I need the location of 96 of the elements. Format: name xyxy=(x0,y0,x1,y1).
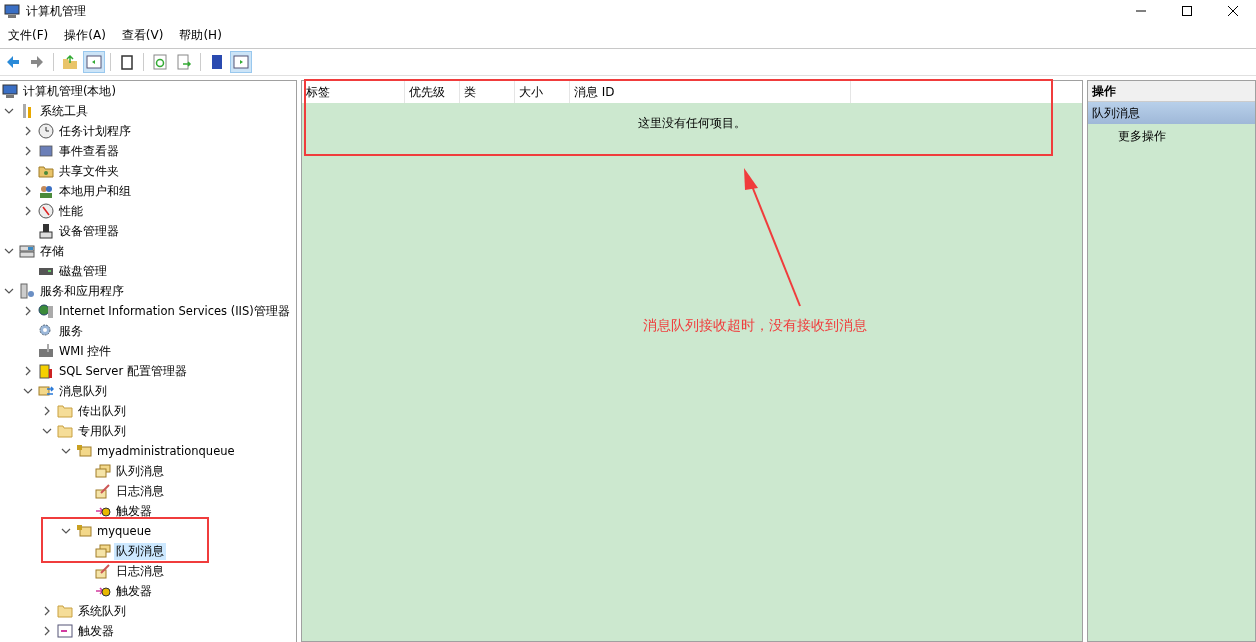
actions-title: 操作 xyxy=(1088,81,1255,102)
menu-item[interactable]: 查看(V) xyxy=(113,23,172,47)
column-header[interactable]: 消息 ID xyxy=(570,81,851,103)
tree-item[interactable]: SQL Server 配置管理器 xyxy=(57,362,189,380)
collapsed-chevron-icon[interactable] xyxy=(23,146,33,156)
annotation-text: 消息队列接收超时，没有接收到消息 xyxy=(643,317,867,335)
storage-icon xyxy=(19,243,35,259)
device-icon xyxy=(38,223,54,239)
tree-item[interactable]: 触发器 xyxy=(76,622,116,640)
config-tool-icon xyxy=(38,363,54,379)
computer-icon xyxy=(2,83,18,99)
window-title: 计算机管理 xyxy=(26,2,86,20)
help-icon xyxy=(209,54,225,70)
tree-item[interactable]: 队列消息 xyxy=(114,542,166,560)
collapsed-chevron-icon[interactable] xyxy=(23,166,33,176)
column-header[interactable]: 类 xyxy=(460,81,515,103)
refresh-icon xyxy=(152,54,168,70)
tree-item[interactable]: Internet Information Services (IIS)管理器 xyxy=(57,302,292,320)
tree-item[interactable]: 性能 xyxy=(57,202,85,220)
trigger-window-icon xyxy=(57,623,73,639)
envelopes-icon xyxy=(95,463,111,479)
collapsed-chevron-icon[interactable] xyxy=(42,406,52,416)
tree-item[interactable]: myadministrationqueue xyxy=(95,443,237,459)
actions-section-header[interactable]: 队列消息 xyxy=(1088,102,1255,124)
folder-icon xyxy=(57,603,73,619)
forward-arrow-icon xyxy=(29,54,45,70)
tree-item[interactable]: 共享文件夹 xyxy=(57,162,121,180)
shared-folder-icon xyxy=(38,163,54,179)
pencil-envelope-icon xyxy=(95,483,111,499)
collapsed-chevron-icon[interactable] xyxy=(23,126,33,136)
pane-toggle-icon xyxy=(86,54,102,70)
column-header[interactable]: 标签 xyxy=(302,81,405,103)
server-gear-icon xyxy=(19,283,35,299)
column-header[interactable]: 大小 xyxy=(515,81,570,103)
tree-item[interactable]: 触发器 xyxy=(114,502,154,520)
queue-icon xyxy=(76,523,92,539)
tree-item[interactable]: 任务计划程序 xyxy=(57,122,133,140)
expanded-chevron-icon[interactable] xyxy=(23,386,33,396)
tree-item[interactable]: 日志消息 xyxy=(114,482,166,500)
collapsed-chevron-icon[interactable] xyxy=(23,366,33,376)
envelopes-icon xyxy=(95,543,111,559)
collapsed-chevron-icon[interactable] xyxy=(42,606,52,616)
tree-item[interactable]: 传出队列 xyxy=(76,402,128,420)
tree-item[interactable]: 本地用户和组 xyxy=(57,182,133,200)
expanded-chevron-icon[interactable] xyxy=(4,286,14,296)
pencil-envelope-icon xyxy=(95,563,111,579)
toolbox-icon xyxy=(38,343,54,359)
message-queue-icon xyxy=(38,383,54,399)
log-book-icon xyxy=(38,143,54,159)
menu-item[interactable]: 操作(A) xyxy=(56,23,114,47)
expanded-chevron-icon[interactable] xyxy=(42,426,52,436)
export-icon xyxy=(176,54,192,70)
tree-item[interactable]: 服务和应用程序 xyxy=(38,282,126,300)
expanded-chevron-icon[interactable] xyxy=(4,106,14,116)
tree-item[interactable]: 日志消息 xyxy=(114,562,166,580)
expanded-chevron-icon[interactable] xyxy=(61,526,71,536)
tree-item[interactable]: 存储 xyxy=(38,242,66,260)
tree-item[interactable]: 专用队列 xyxy=(76,422,128,440)
gauge-icon xyxy=(38,203,54,219)
expanded-chevron-icon[interactable] xyxy=(4,246,14,256)
tree-item[interactable]: 触发器 xyxy=(114,582,154,600)
tree-item[interactable]: 服务 xyxy=(57,322,85,340)
tree-item[interactable]: 队列消息 xyxy=(114,462,166,480)
tree-item[interactable]: 消息队列 xyxy=(57,382,109,400)
tree-item[interactable]: 设备管理器 xyxy=(57,222,121,240)
tree-item[interactable]: myqueue xyxy=(95,523,154,539)
collapsed-chevron-icon[interactable] xyxy=(23,306,33,316)
column-header[interactable]: 优先级 xyxy=(405,81,460,103)
clock-icon xyxy=(38,123,54,139)
tree-item[interactable]: 事件查看器 xyxy=(57,142,121,160)
folder-up-icon xyxy=(62,54,78,70)
queue-icon xyxy=(76,443,92,459)
menu-item[interactable]: 帮助(H) xyxy=(171,23,230,47)
action-item[interactable]: 更多操作 xyxy=(1088,124,1255,148)
gear-icon xyxy=(38,323,54,339)
empty-message: 这里没有任何项目。 xyxy=(638,116,746,130)
tree-item[interactable]: WMI 控件 xyxy=(57,342,114,360)
computer-icon xyxy=(4,3,20,19)
tree-item[interactable]: 计算机管理(本地) xyxy=(21,82,118,100)
folder-icon xyxy=(57,403,73,419)
close-icon xyxy=(1228,6,1238,16)
clipboard-icon xyxy=(119,54,135,70)
collapsed-chevron-icon[interactable] xyxy=(23,206,33,216)
expanded-chevron-icon[interactable] xyxy=(61,446,71,456)
back-arrow-icon xyxy=(5,54,21,70)
globe-server-icon xyxy=(38,303,54,319)
folder-icon xyxy=(57,423,73,439)
maximize-icon xyxy=(1182,6,1192,16)
tree-item[interactable]: 系统工具 xyxy=(38,102,90,120)
tree-item[interactable]: 系统队列 xyxy=(76,602,128,620)
collapsed-chevron-icon[interactable] xyxy=(23,186,33,196)
menu-item[interactable]: 文件(F) xyxy=(0,23,57,47)
collapsed-chevron-icon[interactable] xyxy=(42,626,52,636)
action-pane-icon xyxy=(233,54,249,70)
users-icon xyxy=(38,183,54,199)
tree-item[interactable]: 磁盘管理 xyxy=(57,262,109,280)
